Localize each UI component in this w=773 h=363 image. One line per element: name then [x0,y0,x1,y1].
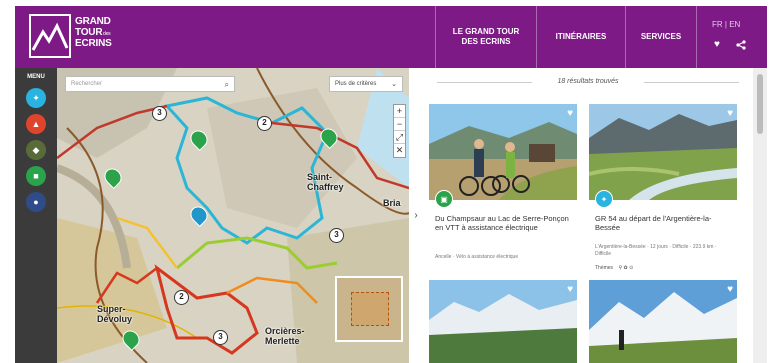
map-search-input[interactable]: Rechercher ⌕ [65,76,235,92]
menu-mountain-icon[interactable]: ▲ [26,114,46,134]
favorite-heart-icon[interactable]: ♥ [567,108,573,119]
close-map-button[interactable]: ✕ [394,144,405,157]
page: GRAND TOUR des ECRINS LE GRAND TOUR DES E… [0,0,773,363]
site-header: GRAND TOUR des ECRINS LE GRAND TOUR DES E… [15,6,767,68]
menu-hiking-icon[interactable]: ✦ [26,88,46,108]
favorite-heart-icon[interactable]: ♥ [727,284,733,295]
result-card[interactable]: ♥ ✦ GR 54 au départ de l'Argentière-la-B… [589,104,737,274]
menu-layers-icon[interactable]: ◆ [26,140,46,160]
results-panel: 18 résultats trouvés ♥ ▣ Du Champsaur au [423,68,753,363]
side-menu-label: MENU [27,74,45,80]
card-title[interactable]: GR 54 au départ de l'Argentière-la-Bessé… [595,214,733,232]
nav-services[interactable]: SERVICES [626,6,696,68]
zoom-out-button[interactable]: − [394,118,405,131]
nav-grand-tour-line-2: DES ECRINS [461,37,511,46]
card-themes: Thèmes ⚲ ✿ ⊙ [595,265,633,271]
map-place-label: Saint-Chaffrey [307,172,344,192]
scrollbar-thumb[interactable] [757,74,763,134]
search-icon[interactable]: ⌕ [225,80,229,90]
card-title[interactable]: Du Champsaur au Lac de Serre-Ponçon en V… [435,214,573,232]
map-place-label: Orcières-Merlette [265,326,305,346]
stage-marker[interactable]: 3 [152,106,167,121]
language-switcher: FR | EN [712,20,740,29]
map-panel[interactable]: Rechercher ⌕ Plus de critères ⌄ + − ⤢ ✕ … [57,68,409,363]
map-place-label: Bria [383,198,401,208]
nav-separator [696,6,697,68]
stage-marker[interactable]: 2 [257,116,272,131]
card-photo-mountain-river [589,104,737,200]
themes-label: Thèmes [595,265,614,271]
card-photo-snowy-peaks [589,280,737,363]
site-logo[interactable]: GRAND TOUR des ECRINS [29,14,129,62]
menu-circle-icon[interactable]: ● [26,192,46,212]
map-search-placeholder: Rechercher [71,81,103,87]
results-scrollbar[interactable] [753,68,767,363]
logo-text-line-4: ECRINS [75,38,112,49]
lang-fr-link[interactable]: FR [712,20,723,29]
theme-view-icon: ⊙ [629,265,634,271]
card-photo-cyclists [429,104,577,200]
side-menu: MENU ✦ ▲ ◆ ■ ● [15,68,57,363]
chevron-down-icon: ⌄ [391,81,397,88]
menu-hut-icon[interactable]: ■ [26,166,46,186]
logo-mountain-icon [29,14,71,58]
map-place-label: Super-Dévoluy [97,304,133,324]
nav-itineraires-label: ITINÉRAIRES [555,32,607,41]
result-card[interactable]: ♥ [429,280,577,363]
logo-text-line-1: GRAND [75,16,111,27]
nav-grand-tour[interactable]: LE GRAND TOUR DES ECRINS [436,6,536,68]
favorite-heart-icon[interactable]: ♥ [727,108,733,119]
criteria-dropdown-label: Plus de critères [335,81,377,87]
map-zoom-controls: + − ⤢ ✕ [393,104,406,158]
card-meta: Ancelle · Vélo à assistance électrique [435,254,519,260]
results-count: 18 résultats trouvés [423,78,753,85]
favorites-heart-icon[interactable]: ♥ [714,40,720,50]
card-meta: L'Argentière-la-Bessée · 12 jours · Diff… [595,244,717,257]
lang-separator: | [724,20,727,29]
overview-minimap[interactable] [335,276,403,342]
favorite-heart-icon[interactable]: ♥ [567,284,573,295]
result-card[interactable]: ♥ [589,280,737,363]
theme-walk-icon: ⚲ [618,265,623,271]
logo-text-line-2: TOUR [75,27,103,38]
stage-marker[interactable]: 3 [329,228,344,243]
minimap-viewport[interactable] [351,292,389,326]
share-icon[interactable] [736,40,746,53]
nav-services-label: SERVICES [640,32,682,41]
criteria-dropdown[interactable]: Plus de critères ⌄ [329,76,403,92]
fullscreen-button[interactable]: ⤢ [394,131,405,144]
hiking-icon: ✦ [595,190,613,208]
bike-icon: ▣ [435,190,453,208]
nav-itineraires[interactable]: ITINÉRAIRES [537,6,625,68]
stage-marker[interactable]: 3 [213,330,228,345]
zoom-in-button[interactable]: + [394,105,405,118]
lang-en-link[interactable]: EN [729,20,740,29]
theme-flower-icon: ✿ [623,265,628,271]
card-photo-valley [429,280,577,363]
stage-marker[interactable]: 2 [174,290,189,305]
collapse-panel-chevron-icon[interactable]: › [409,205,423,227]
nav-grand-tour-line-1: LE GRAND TOUR [452,27,520,36]
result-card[interactable]: ♥ ▣ Du Champsaur au Lac de Serre-Ponçon … [429,104,577,274]
